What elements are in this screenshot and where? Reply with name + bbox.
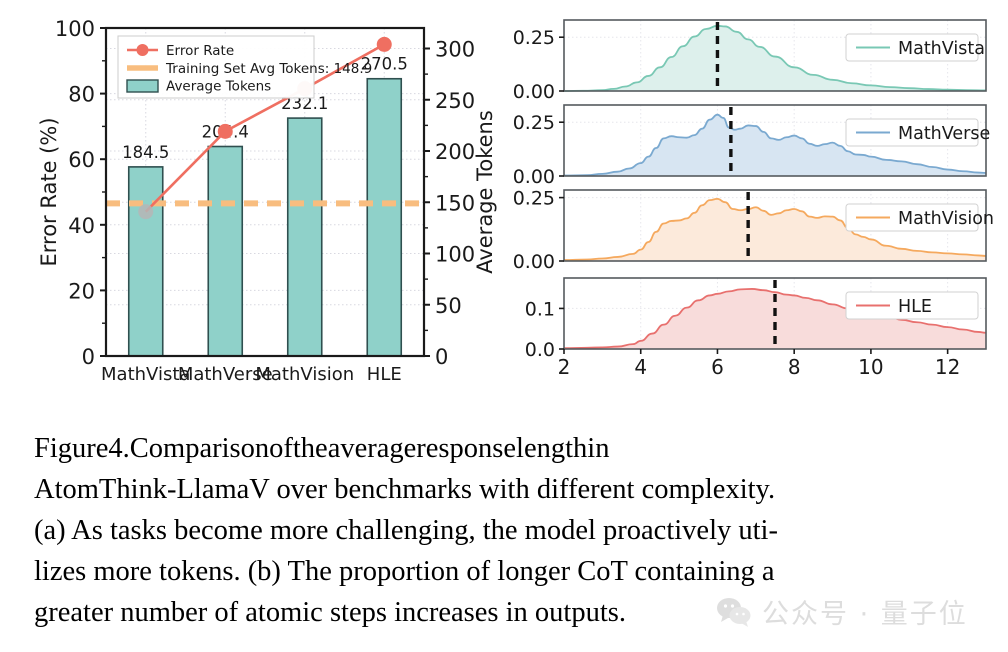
bar bbox=[207, 145, 244, 357]
ytick-label: 0.00 bbox=[513, 166, 555, 188]
caption-word: Comparison bbox=[129, 433, 270, 464]
ytick-label-left: 100 bbox=[55, 17, 95, 41]
xtick-label: 12 bbox=[935, 355, 960, 379]
ytick-label-left: 60 bbox=[68, 148, 95, 172]
xtick-label: 4 bbox=[634, 355, 647, 379]
panel-b-svg: 0.000.25 MathVista0.000.25 MathVerse0.000.… bbox=[513, 19, 994, 379]
error-rate-marker bbox=[376, 36, 392, 52]
bar-value-label: 184.5 bbox=[122, 143, 169, 162]
ytick-label-left: 20 bbox=[68, 279, 95, 303]
legend-label-error-rate: Error Rate bbox=[166, 43, 234, 59]
xtick-label: 10 bbox=[858, 355, 883, 379]
legend-label: MathVista bbox=[898, 39, 985, 59]
density-subplot-mathvista: 0.00 0.25 MathVista bbox=[513, 19, 987, 103]
caption-word: in bbox=[587, 433, 610, 464]
figure-area: 184.5204.4232.1270.502040608010005010015… bbox=[0, 0, 1008, 400]
xtick-label: 8 bbox=[788, 355, 801, 379]
legend-label: MathVerse bbox=[898, 124, 990, 144]
caption-word: of bbox=[269, 433, 293, 464]
density-subplot-mathverse: 0.00 0.25 MathVerse bbox=[513, 104, 990, 188]
xtick-label: HLE bbox=[367, 364, 402, 385]
legend-label: MathVision bbox=[898, 209, 994, 229]
ylabel-right: Average Tokens bbox=[473, 110, 497, 274]
ytick-label-right: 250 bbox=[435, 89, 475, 113]
caption-line-2: AtomThink-LlamaV over benchmarks with di… bbox=[34, 474, 776, 505]
caption-line-3: (a) As tasks become more challenging, th… bbox=[34, 515, 778, 546]
xtick-label: MathVision bbox=[255, 364, 354, 385]
ytick-label: 0.25 bbox=[513, 188, 555, 210]
ytick-label-right: 300 bbox=[435, 38, 475, 62]
legend-marker-error-rate-dot bbox=[136, 44, 149, 56]
ytick-label-right: 50 bbox=[435, 294, 462, 318]
ytick-label-right: 200 bbox=[435, 140, 475, 164]
caption-word: length bbox=[516, 433, 588, 464]
caption-line-1: Figure4.Comparisonoftheaverageresponsele… bbox=[34, 428, 974, 469]
density-subplot-hle: 0.0 0.1 HLE 2 4 6 8 10 12 bbox=[525, 277, 987, 379]
caption-word: response bbox=[416, 433, 517, 464]
caption-word: Figure bbox=[34, 433, 109, 464]
legend-marker-average-tokens bbox=[126, 79, 159, 93]
ytick-label: 0.0 bbox=[525, 339, 555, 361]
ytick-label-right: 0 bbox=[435, 345, 448, 369]
ytick-label: 0.25 bbox=[513, 27, 555, 49]
caption-line-4: lizes more tokens. (b) The proportion of… bbox=[34, 556, 775, 587]
xtick-label: 6 bbox=[711, 355, 724, 379]
ytick-label-left: 80 bbox=[68, 83, 95, 107]
ytick-label: 0.1 bbox=[525, 298, 555, 320]
ytick-label-right: 150 bbox=[435, 191, 475, 215]
ytick-label-left: 40 bbox=[68, 214, 95, 238]
legend-label-threshold: Training Set Avg Tokens: 148.9 bbox=[165, 61, 372, 77]
ytick-label: 0.25 bbox=[513, 112, 555, 134]
figure-root: 184.5204.4232.1270.502040608010005010015… bbox=[0, 0, 1008, 652]
panel-a-svg: 184.5204.4232.1270.502040608010005010015… bbox=[37, 17, 497, 385]
caption-line-5: greater number of atomic steps increases… bbox=[34, 597, 626, 628]
caption-word: the bbox=[292, 433, 328, 464]
bar bbox=[366, 77, 403, 357]
caption-word: 4. bbox=[108, 433, 130, 464]
panel-a-plot: 184.5204.4232.1270.502040608010005010015… bbox=[37, 17, 497, 385]
caption-word: average bbox=[327, 433, 417, 464]
bar bbox=[286, 117, 323, 357]
ytick-label: 0.00 bbox=[513, 251, 555, 273]
ytick-label: 0.00 bbox=[513, 81, 555, 103]
legend-label-average-tokens: Average Tokens bbox=[166, 79, 271, 95]
figure-caption: Figure4.Comparisonoftheaverageresponsele… bbox=[34, 428, 974, 633]
legend-label: HLE bbox=[898, 297, 932, 317]
panel-b-density-plots: 0.00 0.25 MathVista 0.00 0.25 MathVerse 0.00 0.… bbox=[512, 6, 1002, 396]
xtick-label: 2 bbox=[558, 355, 571, 379]
ytick-label-left: 0 bbox=[82, 345, 95, 369]
density-subplot-mathvision: 0.00 0.25 MathVision bbox=[513, 188, 994, 273]
bar bbox=[127, 166, 164, 357]
panel-a-bar-chart: 184.5204.4232.1270.502040608010005010015… bbox=[34, 6, 504, 396]
ytick-label-right: 100 bbox=[435, 243, 475, 267]
error-rate-marker bbox=[138, 204, 154, 220]
error-rate-marker bbox=[217, 123, 233, 139]
ylabel-left: Error Rate (%) bbox=[37, 117, 61, 266]
